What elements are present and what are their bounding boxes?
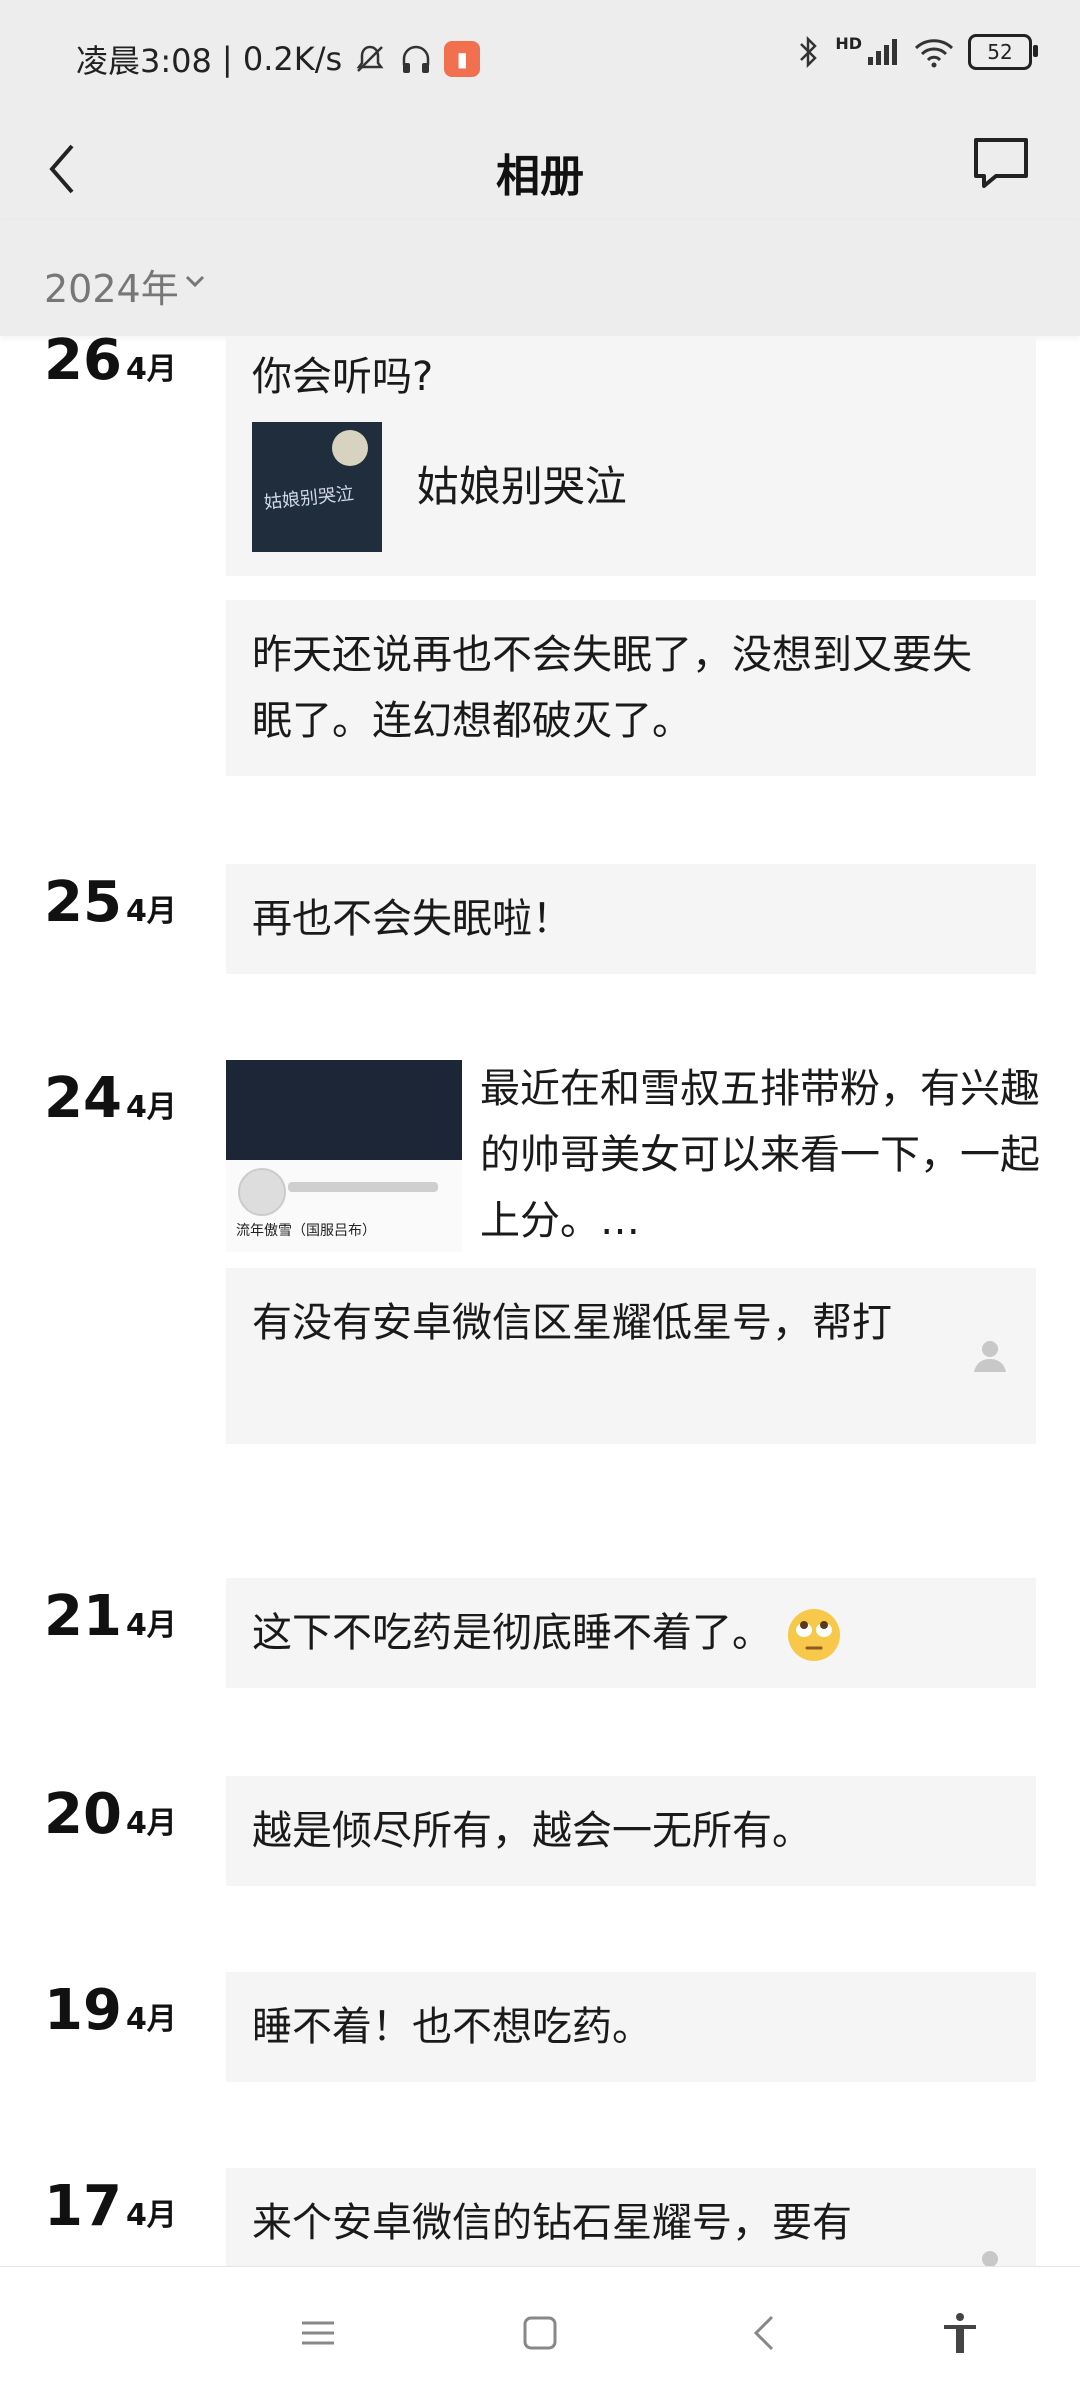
system-nav-bar — [0, 2266, 1080, 2401]
music-post-card[interactable]: 你会听吗? 姑娘别哭泣 姑娘别哭泣 — [226, 336, 1036, 576]
post-thumbnail-image[interactable]: 流年傲雪（国服吕布） — [226, 1060, 462, 1252]
date-day: 26 — [44, 336, 122, 393]
date-day: 19 — [44, 1978, 122, 2043]
network-type: HD — [835, 34, 862, 53]
date-month: 4月 — [125, 2198, 177, 2233]
date-label: 24 4月 — [44, 1066, 177, 1131]
app-notification-icon: ▮ — [444, 41, 481, 77]
message-icon[interactable] — [970, 132, 1032, 194]
date-label: 19 4月 — [44, 1978, 177, 2043]
post-text: 有没有安卓微信区星耀低星号，帮打 — [252, 1300, 892, 1346]
image-post-text[interactable]: 最近在和雪叔五排带粉，有兴趣的帅哥美女可以来看一下，一起上分。… — [480, 1056, 1040, 1254]
music-title: 姑娘别哭泣 — [416, 462, 627, 511]
battery-indicator: 52 — [968, 34, 1038, 70]
mute-bell-icon — [356, 45, 384, 72]
eye-roll-emoji-icon — [787, 1609, 840, 1661]
music-cover-text: 姑娘别哭泣 — [263, 483, 355, 514]
status-left: 凌晨3:08 | 0.2K/s ▮ — [76, 36, 481, 82]
accessibility-icon[interactable] — [936, 2309, 984, 2357]
avatar — [238, 1168, 286, 1216]
battery-level: 52 — [987, 40, 1013, 64]
status-speed: | 0.2K/s — [221, 40, 343, 78]
date-label: 20 4月 — [44, 1782, 177, 1847]
thumbnail-profile: 流年傲雪（国服吕布） — [226, 1160, 462, 1252]
date-label: 26 4月 — [44, 336, 177, 393]
private-user-icon — [974, 1341, 1006, 1372]
headphones-icon — [402, 45, 430, 73]
album-feed[interactable]: 26 4月 你会听吗? 姑娘别哭泣 姑娘别哭泣 昨天还说再也不会失眠了，没想到又要… — [0, 336, 1080, 2266]
post-text: 来个安卓微信的钻石星耀号，要有 — [252, 2200, 852, 2246]
date-day: 20 — [44, 1782, 122, 1847]
signal-icon — [868, 39, 897, 65]
post-text: 昨天还说再也不会失眠了，没想到又要失眠了。连幻想都破灭了。 — [252, 632, 972, 744]
thumbnail-detail — [288, 1182, 438, 1192]
year-filter-bar[interactable]: 2024年 — [0, 220, 1080, 336]
music-cover-image: 姑娘别哭泣 — [252, 422, 382, 552]
post-text: 越是倾尽所有，越会一无所有。 — [252, 1808, 812, 1854]
date-day: 21 — [44, 1584, 122, 1649]
date-label: 25 4月 — [44, 870, 177, 935]
back-nav-icon[interactable] — [742, 2309, 790, 2357]
post-text: 你会听吗? — [252, 354, 434, 400]
text-post-card[interactable]: 这下不吃药是彻底睡不着了。 — [226, 1578, 1036, 1688]
home-icon[interactable] — [516, 2309, 564, 2357]
nav-bar: 相册 — [0, 118, 1080, 220]
post-text: 这下不吃药是彻底睡不着了。 — [252, 1610, 772, 1656]
post-text: 再也不会失眠啦！ — [252, 896, 572, 942]
chevron-down-icon[interactable] — [184, 270, 206, 292]
date-month: 4月 — [125, 2002, 177, 2037]
date-month: 4月 — [125, 894, 177, 929]
text-post-card[interactable]: 昨天还说再也不会失眠了，没想到又要失眠了。连幻想都破灭了。 — [226, 600, 1036, 776]
date-label: 21 4月 — [44, 1584, 177, 1649]
status-time: 凌晨3:08 — [76, 42, 212, 80]
status-bar: 凌晨3:08 | 0.2K/s ▮ HD 52 — [0, 0, 1080, 118]
text-post-card[interactable]: 再也不会失眠啦！ — [226, 864, 1036, 974]
post-text: 睡不着！也不想吃药。 — [252, 2004, 652, 2050]
date-day: 24 — [44, 1066, 122, 1131]
text-post-card[interactable]: 睡不着！也不想吃药。 — [226, 1972, 1036, 2082]
date-month: 4月 — [125, 1806, 177, 1841]
status-right: HD 52 — [795, 34, 1038, 70]
page-title: 相册 — [496, 151, 584, 202]
menu-icon[interactable] — [294, 2309, 342, 2357]
year-label[interactable]: 2024年 — [44, 258, 179, 313]
text-post-card[interactable]: 来个安卓微信的钻石星耀号，要有 — [226, 2168, 1036, 2266]
bluetooth-icon — [800, 35, 818, 69]
date-day: 17 — [44, 2174, 122, 2239]
date-label: 17 4月 — [44, 2174, 177, 2239]
date-month: 4月 — [125, 1090, 177, 1125]
date-month: 4月 — [125, 1608, 177, 1643]
date-day: 25 — [44, 870, 122, 935]
thumbnail-name: 流年傲雪（国服吕布） — [236, 1223, 376, 1239]
wifi-icon — [914, 39, 954, 68]
private-user-icon — [982, 2251, 998, 2266]
text-post-card[interactable]: 有没有安卓微信区星耀低星号，帮打 — [226, 1268, 1036, 1444]
music-share[interactable]: 姑娘别哭泣 姑娘别哭泣 — [252, 422, 1010, 552]
date-month: 4月 — [125, 352, 177, 387]
text-post-card[interactable]: 越是倾尽所有，越会一无所有。 — [226, 1776, 1036, 1886]
